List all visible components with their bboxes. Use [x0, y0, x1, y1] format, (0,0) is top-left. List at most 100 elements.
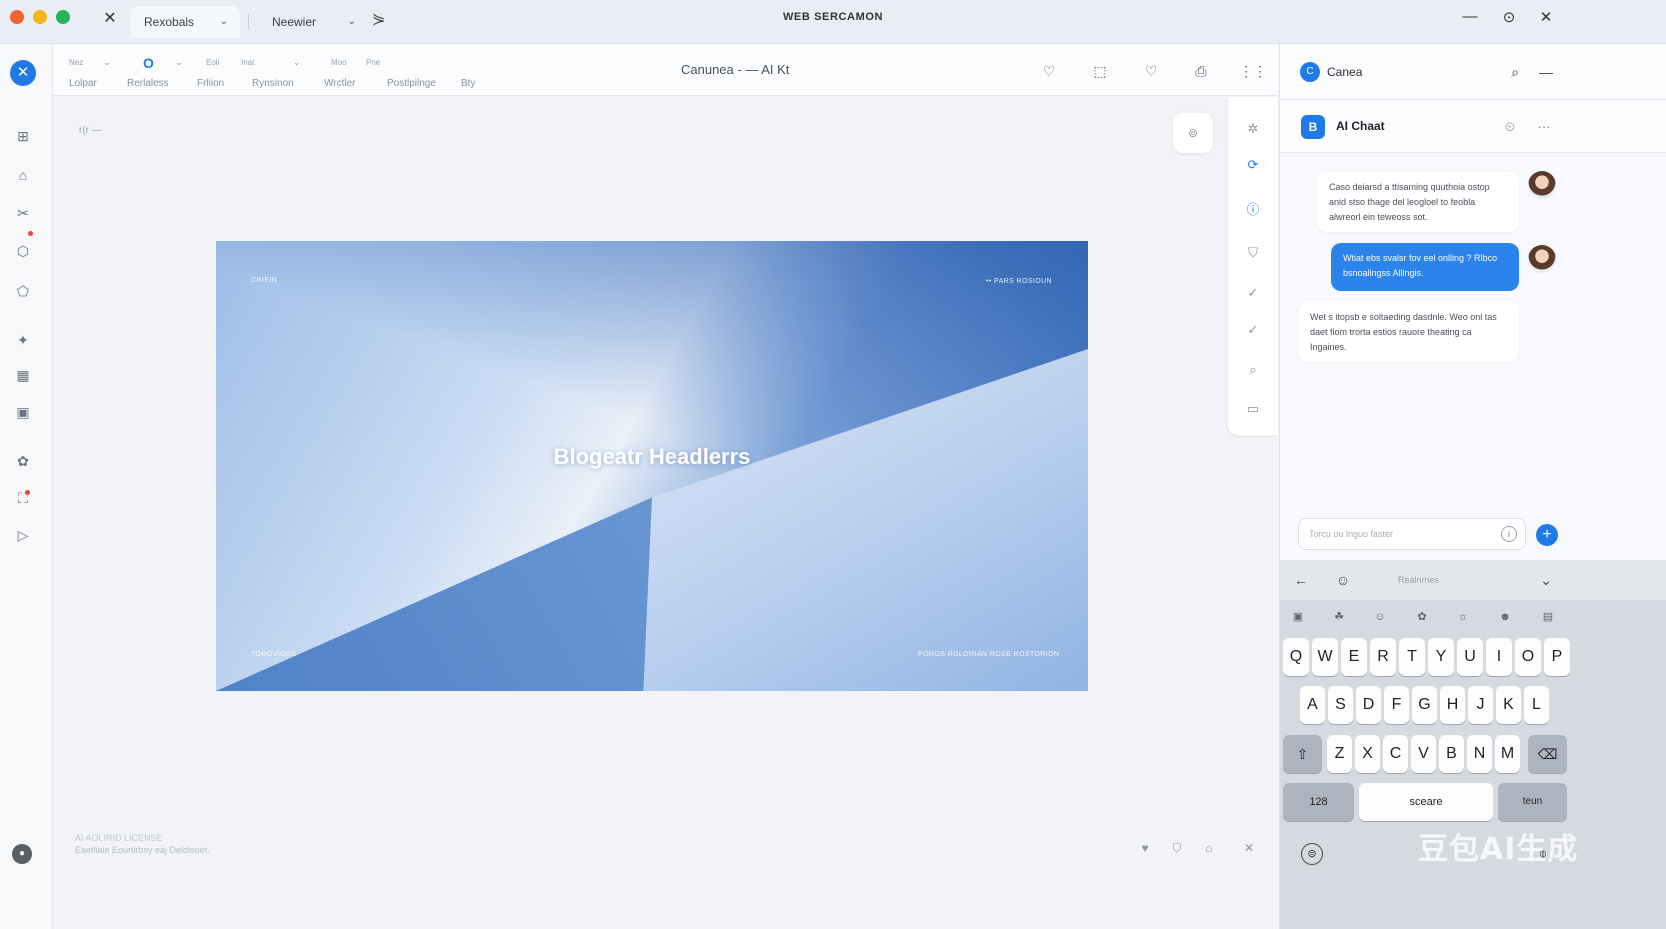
document-title[interactable]: Canunea - — AI Kt	[681, 62, 789, 77]
space-key[interactable]: sceare	[1359, 783, 1493, 821]
record-icon[interactable]: ⊙	[1498, 8, 1520, 26]
key-z[interactable]: Z	[1327, 735, 1352, 773]
numbers-key[interactable]: 128	[1283, 783, 1354, 821]
pentagon-icon[interactable]: ⬠	[13, 281, 33, 301]
heart-icon[interactable]: ♥	[1136, 839, 1154, 857]
menu-dots-icon[interactable]: ⋮⋮	[1239, 61, 1267, 81]
shield-icon[interactable]: ⛉	[1243, 243, 1263, 263]
gift-icon[interactable]: ⌂	[1200, 839, 1218, 857]
tool-lolpar[interactable]: Lolpar	[69, 78, 97, 89]
key-d[interactable]: D	[1356, 686, 1381, 724]
checkmark-icon[interactable]: ✓	[1243, 320, 1263, 340]
refresh-icon[interactable]: ⟳	[1243, 155, 1263, 175]
key-s[interactable]: S	[1328, 686, 1353, 724]
key-l[interactable]: L	[1524, 686, 1549, 724]
tool-rerlaless[interactable]: Rerlaless	[127, 78, 169, 89]
search-icon[interactable]: ⌕	[1243, 360, 1263, 380]
shift-key[interactable]: ⇧	[1283, 735, 1322, 773]
minimize-icon[interactable]: —	[1459, 8, 1481, 25]
key-v[interactable]: V	[1411, 735, 1436, 773]
shape-icon[interactable]: ⬡	[13, 241, 33, 261]
artboard-blog-header[interactable]: CRIEIN •• PARS ROSIOUN Blogeatr Headlerr…	[216, 241, 1088, 691]
tool-indicator[interactable]: O	[143, 55, 154, 71]
design-canvas[interactable]: r(r — ⊚ CRIEIN •• PARS ROSIOUN Blogeatr …	[53, 97, 1278, 929]
artboard-headline[interactable]: Blogeatr Headlerrs	[216, 444, 1088, 470]
chevron-down-icon[interactable]: ⌄	[293, 57, 301, 68]
key-b[interactable]: B	[1439, 735, 1464, 773]
emoji-icon[interactable]: ☺	[1372, 609, 1388, 625]
tool-postlpilnge[interactable]: Postlpilnge	[387, 78, 436, 89]
ai-assist-icon[interactable]: ⊚	[1173, 113, 1213, 153]
tool-wrctler[interactable]: Wrctler	[324, 78, 355, 89]
backspace-key[interactable]: ⌫	[1528, 735, 1567, 773]
more-icon[interactable]: ···	[1534, 117, 1554, 137]
key-q[interactable]: Q	[1283, 638, 1309, 676]
info-icon[interactable]: ⓘ	[1243, 200, 1263, 220]
key-o[interactable]: O	[1515, 638, 1541, 676]
emoji-icon[interactable]: ☼	[1455, 609, 1471, 625]
key-u[interactable]: U	[1457, 638, 1483, 676]
key-c[interactable]: C	[1383, 735, 1408, 773]
shield-icon[interactable]: ⛉	[1168, 839, 1186, 857]
back-arrow-icon[interactable]: ←	[1291, 570, 1311, 590]
media-icon[interactable]: ▣	[13, 402, 33, 422]
chevron-down-icon[interactable]: ⌄	[103, 57, 111, 68]
apps-icon[interactable]: ⛶	[13, 488, 33, 508]
emoji-icon[interactable]: ☻	[1497, 609, 1513, 625]
emoji-icon[interactable]: ✿	[1414, 609, 1430, 625]
frame-icon[interactable]: ⬚	[1090, 61, 1110, 81]
chevron-down-icon[interactable]: ⌄	[175, 57, 183, 68]
key-f[interactable]: F	[1384, 686, 1409, 724]
sparkle-icon[interactable]: ✲	[1243, 119, 1263, 139]
close-icon[interactable]: ✕	[1240, 839, 1258, 857]
key-y[interactable]: Y	[1428, 638, 1454, 676]
emoji-icon[interactable]: ☘	[1331, 609, 1347, 625]
home-icon[interactable]: ⌂	[13, 165, 33, 185]
key-k[interactable]: K	[1496, 686, 1521, 724]
send-button[interactable]: +	[1536, 524, 1558, 546]
grid-icon[interactable]: ▦	[13, 365, 33, 385]
comment-icon[interactable]: ▭	[1243, 399, 1263, 419]
key-a[interactable]: A	[1300, 686, 1325, 724]
dashboard-icon[interactable]: ⊞	[13, 126, 33, 146]
sparkle-icon[interactable]: ✦	[13, 330, 33, 350]
collapse-icon[interactable]: —	[1536, 62, 1556, 82]
key-m[interactable]: M	[1495, 735, 1520, 773]
return-key[interactable]: teun	[1498, 783, 1567, 821]
scissors-icon[interactable]: ✂	[13, 203, 33, 223]
tool-bty[interactable]: Bty	[461, 78, 475, 89]
emoji-icon[interactable]: ▤	[1540, 609, 1556, 625]
share-icon[interactable]: ⎙	[1191, 61, 1211, 81]
check-icon[interactable]: ✓	[1243, 283, 1263, 303]
close-icon[interactable]: ✕	[10, 60, 36, 86]
chat-input[interactable]: Torcu ou lnguo faster	[1298, 518, 1526, 550]
close-icon[interactable]: ✕	[1535, 8, 1557, 26]
puzzle-icon[interactable]: ✿	[13, 451, 33, 471]
history-icon[interactable]: ⏲	[1500, 117, 1520, 137]
key-p[interactable]: P	[1544, 638, 1570, 676]
tool-rynsinon[interactable]: Rynsinon	[252, 78, 294, 89]
key-r[interactable]: R	[1370, 638, 1396, 676]
chevron-down-icon[interactable]: ⌄	[1536, 570, 1556, 590]
key-n[interactable]: N	[1467, 735, 1492, 773]
emoji-icon[interactable]: ☺	[1333, 570, 1353, 590]
key-e[interactable]: E	[1341, 638, 1367, 676]
play-icon[interactable]: ▷	[13, 525, 33, 545]
emoji-icon[interactable]: ▣	[1290, 609, 1306, 625]
info-icon[interactable]: i	[1501, 526, 1517, 542]
key-t[interactable]: T	[1399, 638, 1425, 676]
key-i[interactable]: I	[1486, 638, 1512, 676]
zoom-indicator[interactable]: r(r —	[79, 125, 102, 136]
tool-frliion[interactable]: Frliion	[197, 78, 224, 89]
key-w[interactable]: W	[1312, 638, 1338, 676]
search-icon[interactable]: ⌕	[1505, 62, 1525, 82]
key-h[interactable]: H	[1440, 686, 1465, 724]
heart-icon[interactable]: ♡	[1141, 61, 1161, 81]
key-j[interactable]: J	[1468, 686, 1493, 724]
globe-icon[interactable]: ⊜	[1301, 843, 1323, 865]
keyboard-suggestion[interactable]: Realnrnes	[1398, 575, 1439, 585]
user-avatar[interactable]: ●	[12, 844, 32, 864]
key-g[interactable]: G	[1412, 686, 1437, 724]
heart-outline-icon[interactable]: ♡	[1039, 61, 1059, 81]
key-x[interactable]: X	[1355, 735, 1380, 773]
